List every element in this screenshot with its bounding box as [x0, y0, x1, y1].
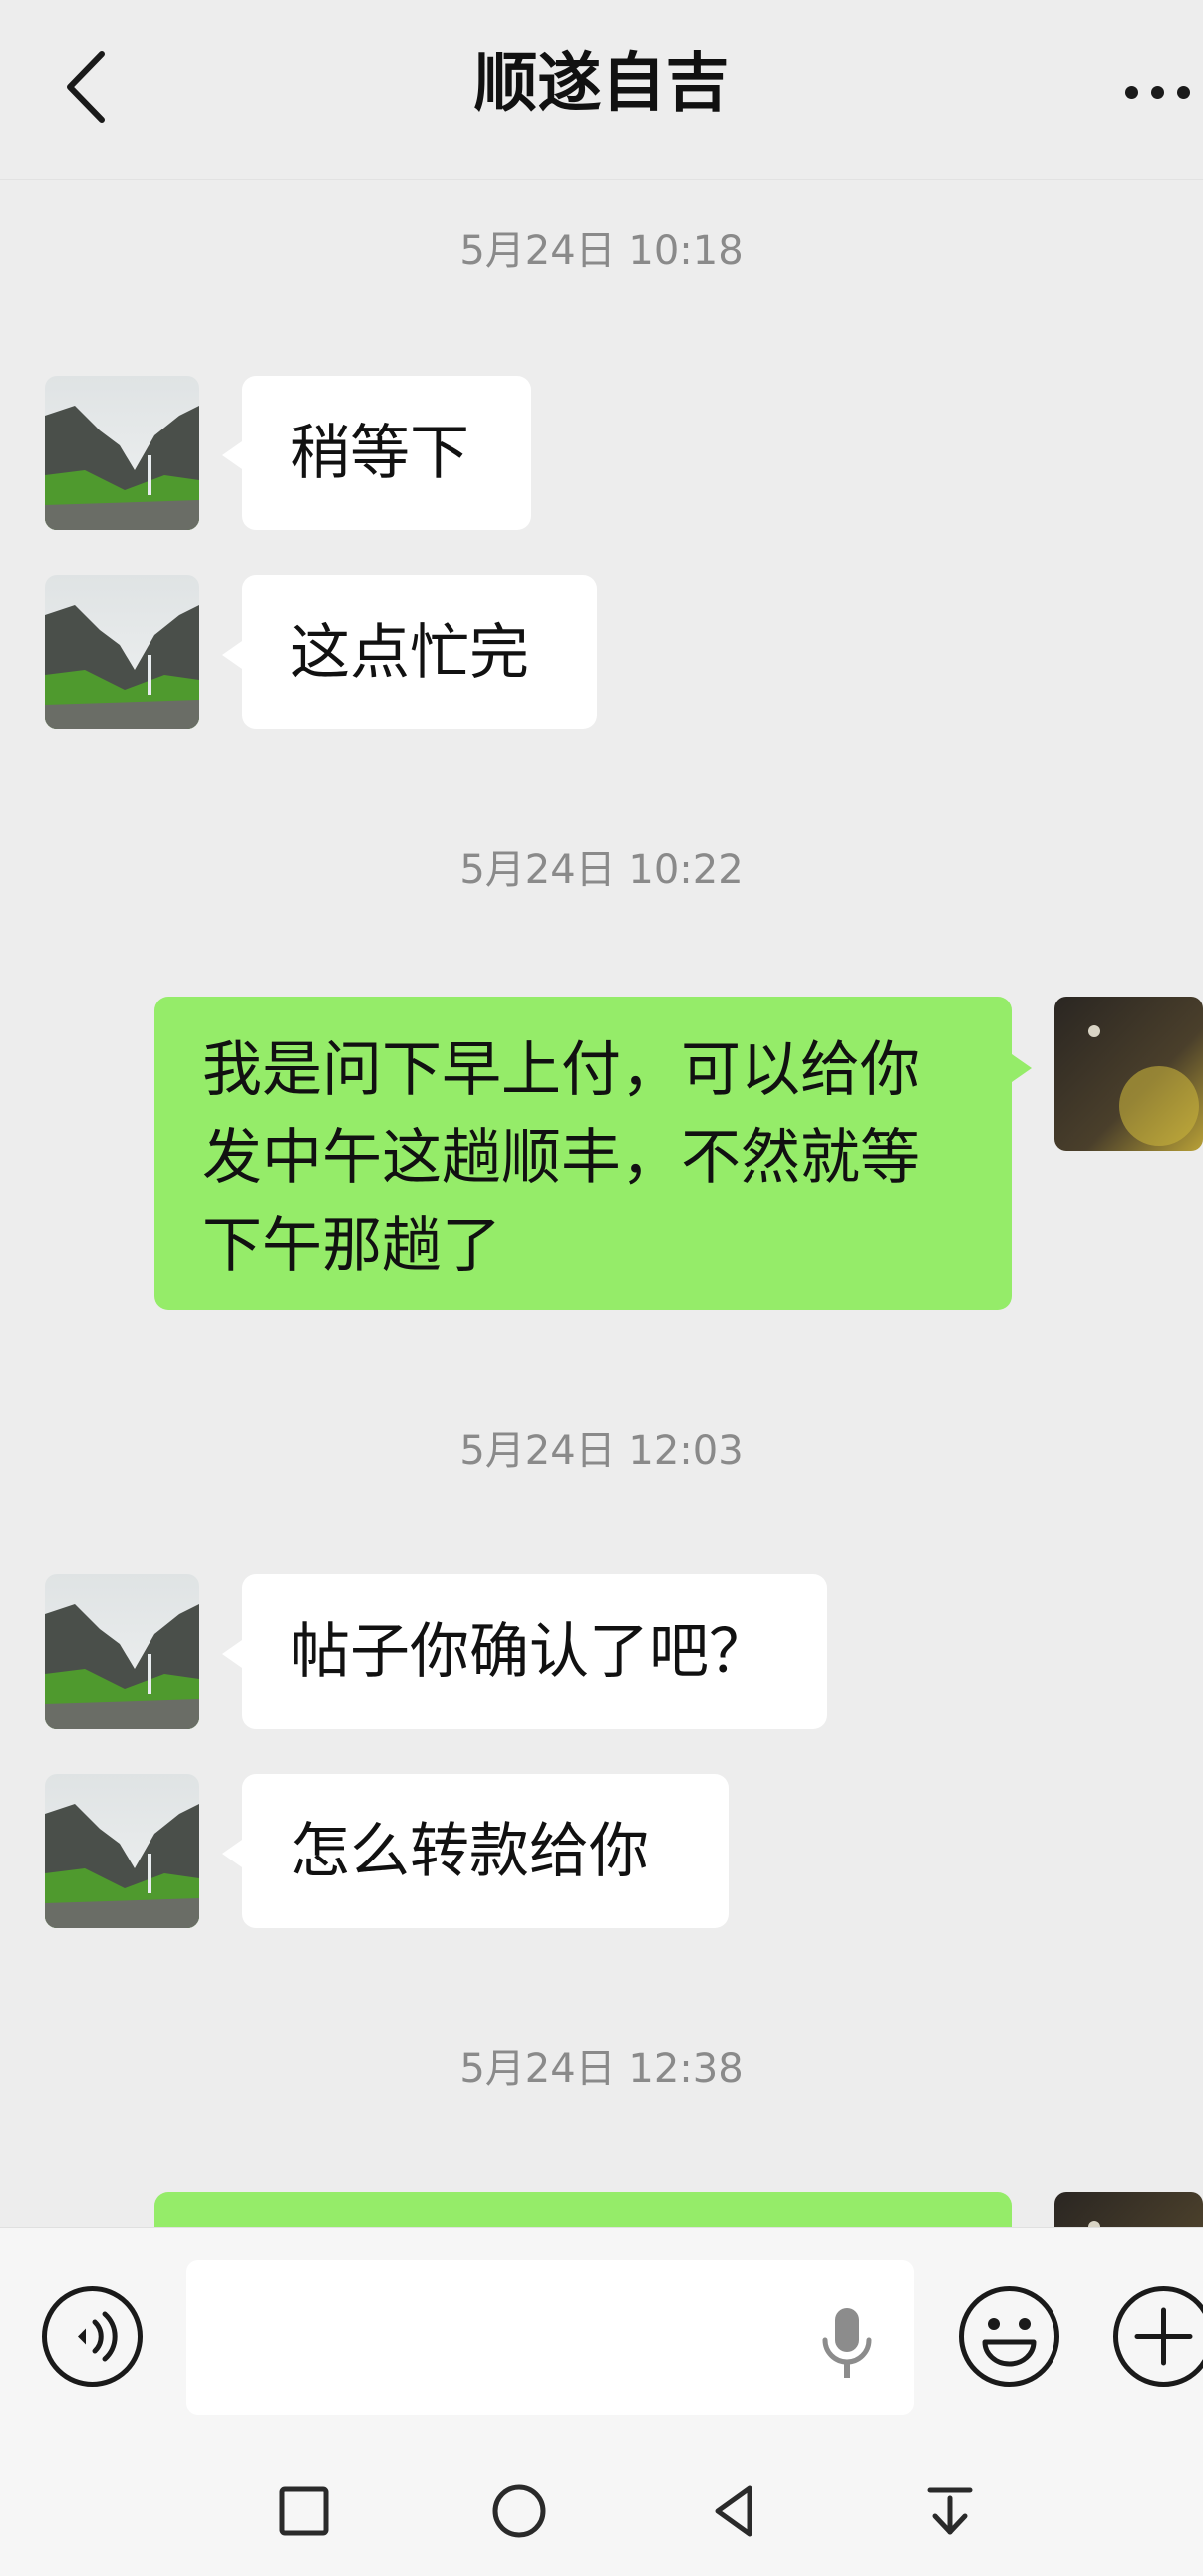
- contact-avatar[interactable]: [45, 1574, 199, 1729]
- message-text: 稍等下: [290, 418, 469, 488]
- message-list[interactable]: 5月24日 10:18 稍等下 这点忙完 5月24日 10:22 我是问下早上付…: [0, 179, 1203, 2227]
- chat-screen: 顺遂自吉 5月24日 10:18 稍等下 这点忙完 5月24日 10:22 我是…: [0, 0, 1203, 2576]
- message-input[interactable]: [186, 2260, 914, 2415]
- message-text: 这点忙完: [290, 617, 529, 688]
- emoji-icon: [959, 2286, 1059, 2387]
- system-navigation-bar: [0, 2436, 1203, 2576]
- emoji-button[interactable]: [957, 2284, 1061, 2389]
- message-text: 帖子你确认了吧？: [290, 1616, 768, 1687]
- received-message-bubble[interactable]: 这点忙完: [222, 575, 597, 729]
- chat-header: 顺遂自吉: [0, 0, 1203, 180]
- voice-mode-icon: [42, 2286, 143, 2387]
- timestamp: 5月24日 12:38: [459, 2046, 744, 2092]
- square-recents-icon: [279, 2486, 329, 2536]
- message-input-bar: [0, 2227, 1203, 2437]
- voice-mode-button[interactable]: [40, 2284, 145, 2389]
- timestamp: 5月24日 10:18: [459, 228, 744, 274]
- chat-title: 顺遂自吉: [473, 47, 730, 121]
- recents-button[interactable]: [269, 2476, 339, 2546]
- timestamp: 5月24日 10:22: [459, 847, 744, 893]
- message-text: 怎么转款给你: [290, 1816, 649, 1886]
- more-horizontal-icon: [1125, 86, 1138, 99]
- message-text: 我是问下早上付，可以给你发中午这趟顺丰，不然就等下午那趟了: [202, 1035, 920, 1281]
- plus-icon: [1113, 2286, 1203, 2387]
- more-horizontal-icon: [1151, 86, 1164, 99]
- received-message-bubble[interactable]: 怎么转款给你: [222, 1774, 729, 1928]
- user-avatar[interactable]: [1054, 997, 1203, 1151]
- back-nav-button[interactable]: [700, 2476, 769, 2546]
- received-message-bubble[interactable]: 稍等下: [222, 376, 531, 530]
- home-button[interactable]: [484, 2476, 554, 2546]
- collapse-button[interactable]: [915, 2476, 985, 2546]
- more-horizontal-icon: [1177, 86, 1190, 99]
- microphone-icon: [822, 2308, 872, 2378]
- contact-avatar[interactable]: [45, 575, 199, 729]
- received-message-bubble[interactable]: 帖子你确认了吧？: [222, 1574, 827, 1729]
- sent-message-bubble[interactable]: 我是问下早上付，可以给你发中午这趟顺丰，不然就等下午那趟了: [154, 997, 1032, 1310]
- more-actions-button[interactable]: [1111, 2284, 1203, 2389]
- microphone-button[interactable]: [817, 2304, 877, 2384]
- user-avatar[interactable]: [1054, 2192, 1203, 2227]
- triangle-back-icon: [715, 2485, 752, 2537]
- contact-avatar[interactable]: [45, 1774, 199, 1928]
- sent-message-bubble[interactable]: [154, 2192, 1012, 2227]
- circle-home-icon: [492, 2484, 546, 2538]
- contact-avatar[interactable]: [45, 376, 199, 530]
- timestamp: 5月24日 12:03: [459, 1428, 744, 1474]
- more-button[interactable]: [1113, 60, 1203, 120]
- collapse-down-icon: [927, 2487, 973, 2535]
